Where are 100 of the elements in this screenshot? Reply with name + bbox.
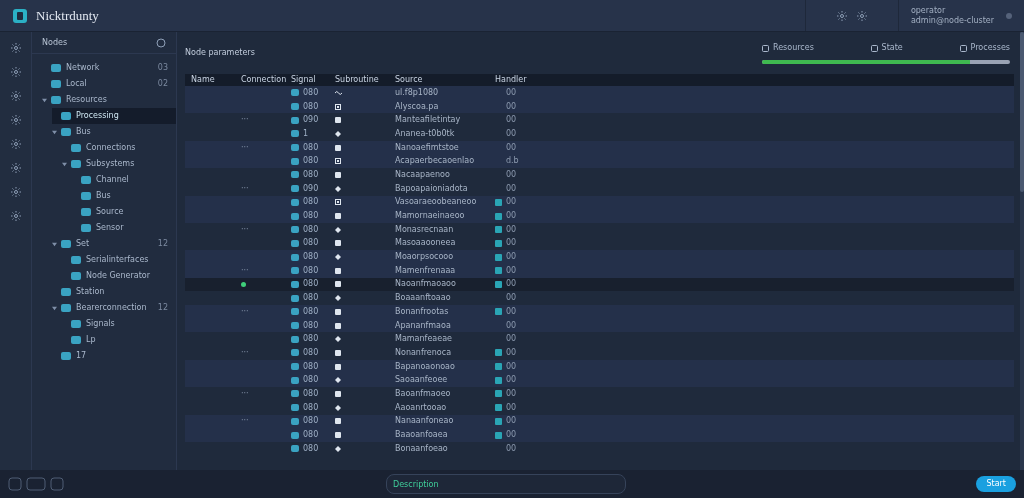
table-cell: 00 <box>506 429 517 442</box>
item-label: Signals <box>86 318 115 330</box>
settings-icon[interactable] <box>835 9 848 22</box>
square-icon <box>335 322 341 329</box>
table-cell: 080 <box>303 429 319 442</box>
nav-icon[interactable] <box>9 66 22 78</box>
scrollbar-thumb[interactable] <box>1020 32 1024 192</box>
table-row[interactable]: 080 Acapaerbecaoenlao d.b <box>185 154 1014 169</box>
node-icon <box>61 352 71 360</box>
square-icon <box>335 267 341 274</box>
tree-item[interactable]: Signals <box>62 316 176 332</box>
tree-item[interactable]: 17 <box>52 348 176 364</box>
stat-label: State <box>881 42 903 54</box>
tree-item[interactable]: Node Generator <box>62 268 176 284</box>
column-header[interactable]: Signal <box>291 74 316 86</box>
table-cell: 00 <box>506 346 517 359</box>
tree-item[interactable]: Network 03 <box>42 60 176 76</box>
table-cell: Mamenfrenaaa <box>395 264 456 277</box>
diamond-icon <box>335 377 341 384</box>
tree-item[interactable]: Local 02 <box>42 76 176 92</box>
tree-item[interactable]: Connections <box>62 140 176 156</box>
tree-item[interactable]: Station <box>52 284 176 300</box>
table-row[interactable]: 080 Moaorpsocooo 00 <box>185 250 1014 264</box>
diamond-icon <box>335 404 341 411</box>
column-header[interactable]: Source <box>395 74 423 86</box>
table-cell: 080 <box>303 141 319 154</box>
nav-icon[interactable] <box>9 114 22 126</box>
table-row[interactable]: ··· 080 Bonanfrootas 00 <box>185 305 1014 319</box>
nav-icon[interactable] <box>9 138 22 150</box>
tree-item[interactable]: Set 12 <box>52 236 176 252</box>
table-row[interactable]: 080 Baaoanfoaea 00 <box>185 428 1014 442</box>
nav-icon[interactable] <box>9 42 22 54</box>
table-cell: Baoanfmaoeo <box>395 387 451 400</box>
item-count: 03 <box>157 62 168 74</box>
diamond-icon <box>335 295 341 302</box>
column-header[interactable]: Connection <box>241 74 287 86</box>
node-icon <box>51 96 61 104</box>
node-icon <box>71 272 81 280</box>
row-mark: ··· <box>241 266 249 275</box>
item-label: Bus <box>96 190 111 202</box>
square-icon <box>335 390 341 397</box>
table-cell: 00 <box>506 237 517 250</box>
row-mark: ··· <box>241 417 249 426</box>
node-icon <box>71 256 81 264</box>
item-label: Resources <box>66 94 107 106</box>
panel-title: Nodes <box>42 36 68 49</box>
tree-item[interactable]: Source <box>72 204 176 220</box>
column-header[interactable]: Name <box>191 74 215 86</box>
tree-item[interactable]: Bus <box>52 124 176 140</box>
table-cell: 080 <box>303 305 319 318</box>
square-icon <box>335 432 341 439</box>
nav-icon[interactable] <box>9 186 22 198</box>
stat-icon <box>762 44 769 52</box>
tree-item[interactable]: Sensor <box>72 220 176 236</box>
item-label: Bearerconnection <box>76 302 147 314</box>
item-label: Lp <box>86 334 96 346</box>
table-cell: ul.f8p1080 <box>395 86 439 99</box>
table-cell: 00 <box>506 333 517 346</box>
tree-item[interactable]: Resources <box>42 92 176 108</box>
table-row[interactable]: 080 Mamornaeinaeoo 00 <box>185 209 1014 223</box>
square-icon <box>335 349 341 356</box>
caret-down-icon[interactable] <box>52 129 57 135</box>
node-icon <box>71 144 81 152</box>
diamond-icon <box>335 226 341 233</box>
table-row[interactable]: 080 ul.f8p1080 00 <box>185 86 1014 100</box>
tree-item[interactable]: Subsystems <box>62 156 176 172</box>
logo-icon <box>12 7 28 24</box>
caret-down-icon[interactable] <box>42 97 47 103</box>
row-mark: ··· <box>241 143 249 152</box>
tree-item[interactable]: Serialinterfaces <box>62 252 176 268</box>
search-icon[interactable] <box>156 37 166 48</box>
tree-item[interactable]: Bearerconnection 12 <box>52 300 176 316</box>
nav-icon[interactable] <box>9 162 22 174</box>
table-cell: 00 <box>506 415 517 428</box>
row-mark: ··· <box>241 307 249 316</box>
diamond-icon <box>335 336 341 343</box>
command-field[interactable]: Description <box>386 474 626 494</box>
table-cell: 00 <box>506 401 517 414</box>
caret-down-icon[interactable] <box>62 161 67 167</box>
item-label: Node Generator <box>86 270 151 282</box>
tree-item[interactable]: Processing <box>52 108 176 124</box>
column-header[interactable]: Handler <box>495 74 527 86</box>
node-icon <box>51 64 61 72</box>
item-label: Subsystems <box>86 158 135 170</box>
nav-icon[interactable] <box>9 90 22 102</box>
node-icon <box>61 240 71 248</box>
caret-down-icon[interactable] <box>52 241 57 247</box>
table-cell: 090 <box>303 114 319 127</box>
tree-item[interactable]: Lp <box>62 332 176 348</box>
table-cell: Nonanfrenoca <box>395 346 452 359</box>
column-header[interactable]: Subroutine <box>335 74 379 86</box>
table-cell: Bapanoaonoao <box>395 360 455 373</box>
tree-item[interactable]: Channel <box>72 172 176 188</box>
row-mark: ··· <box>241 348 249 357</box>
nav-icon[interactable] <box>9 210 22 222</box>
grid-icon <box>335 199 341 206</box>
table-cell: Masoaaooneea <box>395 237 456 250</box>
table-row[interactable]: 080 Saoaanfeoee 00 <box>185 373 1014 388</box>
caret-down-icon[interactable] <box>52 305 57 311</box>
tree-item[interactable]: Bus <box>72 188 176 204</box>
